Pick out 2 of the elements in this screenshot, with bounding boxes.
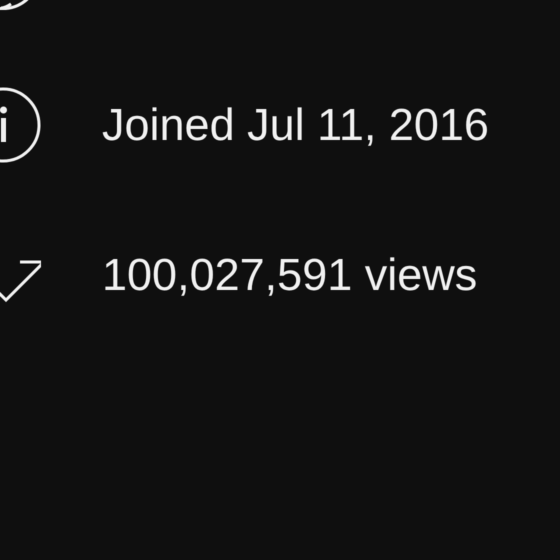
detail-text: Joined Jul 11, 2016 <box>102 99 489 151</box>
detail-text: 100,027,591 views <box>102 249 478 301</box>
